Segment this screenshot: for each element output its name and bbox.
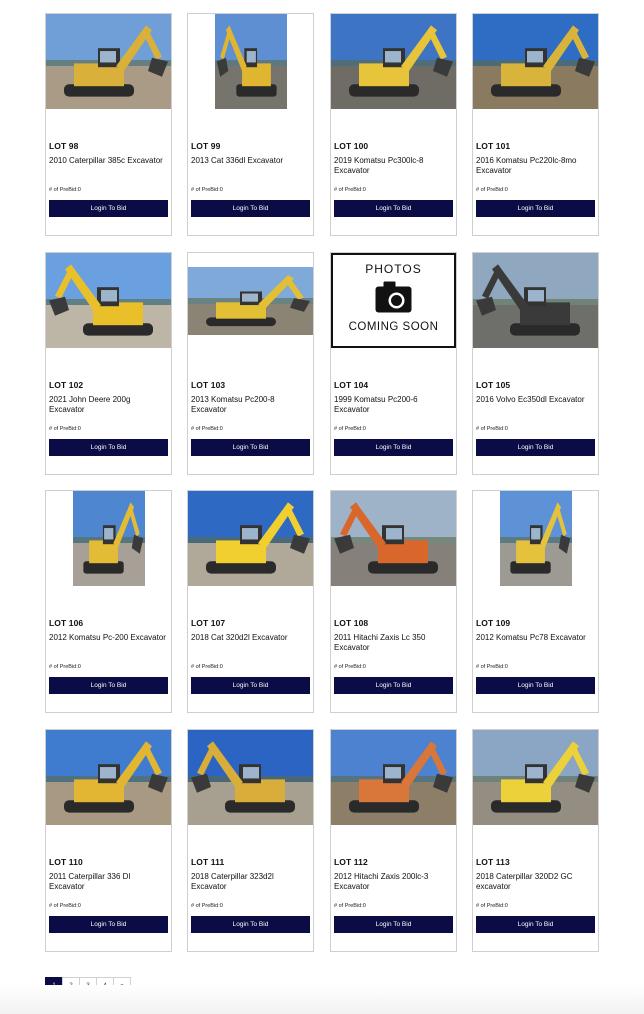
login-to-bid-button[interactable]: Login To Bid [476,677,595,694]
excavator-photo[interactable] [331,14,456,109]
lot-number: LOT 113 [476,857,510,867]
excavator-photo[interactable] [46,253,171,348]
prebid-count: # of PreBid:0 [49,664,81,670]
login-to-bid-button[interactable]: Login To Bid [334,200,453,217]
lot-title[interactable]: 2018 Caterpillar 323d2l Excavator [191,872,309,891]
lot-title[interactable]: 2011 Caterpillar 336 Dl Excavator [49,872,167,891]
lot-number: LOT 104 [334,380,369,390]
lot-title[interactable]: 2012 Komatsu Pc78 Excavator [476,633,594,643]
lot-title[interactable]: 2011 Hitachi Zaxis Lc 350 Excavator [334,633,452,652]
excavator-photo[interactable] [46,491,171,586]
prebid-count: # of PreBid:0 [191,903,223,909]
prebid-count: # of PreBid:0 [191,426,223,432]
prebid-count: # of PreBid:0 [49,187,81,193]
lot-title[interactable]: 2018 Cat 320d2l Excavator [191,633,309,643]
prebid-count: # of PreBid:0 [191,187,223,193]
prebid-count: # of PreBid:0 [191,664,223,670]
lot-card: LOT 110 2011 Caterpillar 336 Dl Excavator… [45,729,172,952]
prebid-count: # of PreBid:0 [49,903,81,909]
excavator-photo[interactable] [473,491,598,586]
excavator-photo[interactable] [473,253,598,348]
lot-title[interactable]: 2012 Hitachi Zaxis 200lc-3 Excavator [334,872,452,891]
excavator-photo[interactable] [473,730,598,825]
lot-number: LOT 110 [49,857,83,867]
excavator-photo[interactable] [331,491,456,586]
lot-number: LOT 99 [191,141,221,151]
login-to-bid-button[interactable]: Login To Bid [191,200,310,217]
lot-title[interactable]: 2021 John Deere 200g Excavator [49,395,167,414]
excavator-photo[interactable] [46,730,171,825]
login-to-bid-button[interactable]: Login To Bid [49,200,168,217]
excavator-photo[interactable] [188,730,313,825]
lot-number: LOT 103 [191,380,226,390]
login-to-bid-button[interactable]: Login To Bid [476,916,595,933]
lot-number: LOT 101 [476,141,511,151]
lot-title[interactable]: 2018 Caterpillar 320D2 GC excavator [476,872,594,891]
login-to-bid-button[interactable]: Login To Bid [49,916,168,933]
prebid-count: # of PreBid:0 [334,187,366,193]
excavator-photo[interactable] [473,14,598,109]
lot-card: PHOTOS COMING SOON LOT 104 1999 Komatsu Pc2… [330,252,457,475]
excavator-photo[interactable] [331,730,456,825]
login-to-bid-button[interactable]: Login To Bid [49,439,168,456]
excavator-photo[interactable] [46,14,171,109]
login-to-bid-button[interactable]: Login To Bid [191,677,310,694]
login-to-bid-button[interactable]: Login To Bid [49,677,168,694]
lot-number: LOT 106 [49,618,84,628]
prebid-count: # of PreBid:0 [476,664,508,670]
lot-title[interactable]: 2013 Cat 336dl Excavator [191,156,309,166]
login-to-bid-button[interactable]: Login To Bid [334,916,453,933]
prebid-count: # of PreBid:0 [476,426,508,432]
excavator-photo[interactable] [188,14,313,109]
lot-card: LOT 101 2016 Komatsu Pc220lc-8mo Excavato… [472,13,599,236]
lot-number: LOT 112 [334,857,368,867]
login-to-bid-button[interactable]: Login To Bid [334,439,453,456]
lot-card: LOT 107 2018 Cat 320d2l Excavator # of Pre… [187,490,314,713]
lot-card: LOT 100 2019 Komatsu Pc300lc-8 Excavator #… [330,13,457,236]
login-to-bid-button[interactable]: Login To Bid [476,439,595,456]
lot-card: LOT 105 2016 Volvo Ec350dl Excavator # of … [472,252,599,475]
lot-title[interactable]: 2010 Caterpillar 385c Excavator [49,156,167,166]
lot-card: LOT 99 2013 Cat 336dl Excavator # of PreBi… [187,13,314,236]
lot-card: LOT 103 2013 Komatsu Pc200-8 Excavator # o… [187,252,314,475]
login-to-bid-button[interactable]: Login To Bid [476,200,595,217]
lot-title[interactable]: 2019 Komatsu Pc300lc-8 Excavator [334,156,452,175]
prebid-count: # of PreBid:0 [334,664,366,670]
photos-coming-soon-placeholder[interactable]: PHOTOS COMING SOON [331,253,456,348]
footer-shadow [0,985,644,1014]
prebid-count: # of PreBid:0 [49,426,81,432]
lot-card: LOT 108 2011 Hitachi Zaxis Lc 350 Excavat… [330,490,457,713]
lot-title[interactable]: 2012 Komatsu Pc-200 Excavator [49,633,167,643]
lot-card: LOT 106 2012 Komatsu Pc-200 Excavator # of… [45,490,172,713]
lot-card: LOT 98 2010 Caterpillar 385c Excavator # o… [45,13,172,236]
lot-card: LOT 102 2021 John Deere 200g Excavator # o… [45,252,172,475]
lot-card: LOT 113 2018 Caterpillar 320D2 GC excavat… [472,729,599,952]
prebid-count: # of PreBid:0 [476,903,508,909]
login-to-bid-button[interactable]: Login To Bid [191,916,310,933]
excavator-photo[interactable] [188,491,313,586]
lot-card: LOT 112 2012 Hitachi Zaxis 200lc-3 Excava… [330,729,457,952]
lot-number: LOT 100 [334,141,369,151]
lot-card: LOT 109 2012 Komatsu Pc78 Excavator # of P… [472,490,599,713]
lot-number: LOT 111 [191,857,225,867]
placeholder-text-photos: PHOTOS [365,262,422,276]
lot-number: LOT 105 [476,380,511,390]
prebid-count: # of PreBid:0 [476,187,508,193]
prebid-count: # of PreBid:0 [334,426,366,432]
login-to-bid-button[interactable]: Login To Bid [191,439,310,456]
lot-number: LOT 102 [49,380,84,390]
lot-title[interactable]: 2016 Komatsu Pc220lc-8mo Excavator [476,156,594,175]
lot-card: LOT 111 2018 Caterpillar 323d2l Excavator… [187,729,314,952]
lot-title[interactable]: 2016 Volvo Ec350dl Excavator [476,395,594,405]
excavator-photo[interactable] [188,253,313,348]
lot-title[interactable]: 2013 Komatsu Pc200-8 Excavator [191,395,309,414]
lot-title[interactable]: 1999 Komatsu Pc200-6 Excavator [334,395,452,414]
prebid-count: # of PreBid:0 [334,903,366,909]
lot-number: LOT 109 [476,618,511,628]
lot-number: LOT 98 [49,141,79,151]
lot-number: LOT 108 [334,618,369,628]
lot-number: LOT 107 [191,618,226,628]
placeholder-text-coming-soon: COMING SOON [348,321,439,333]
login-to-bid-button[interactable]: Login To Bid [334,677,453,694]
